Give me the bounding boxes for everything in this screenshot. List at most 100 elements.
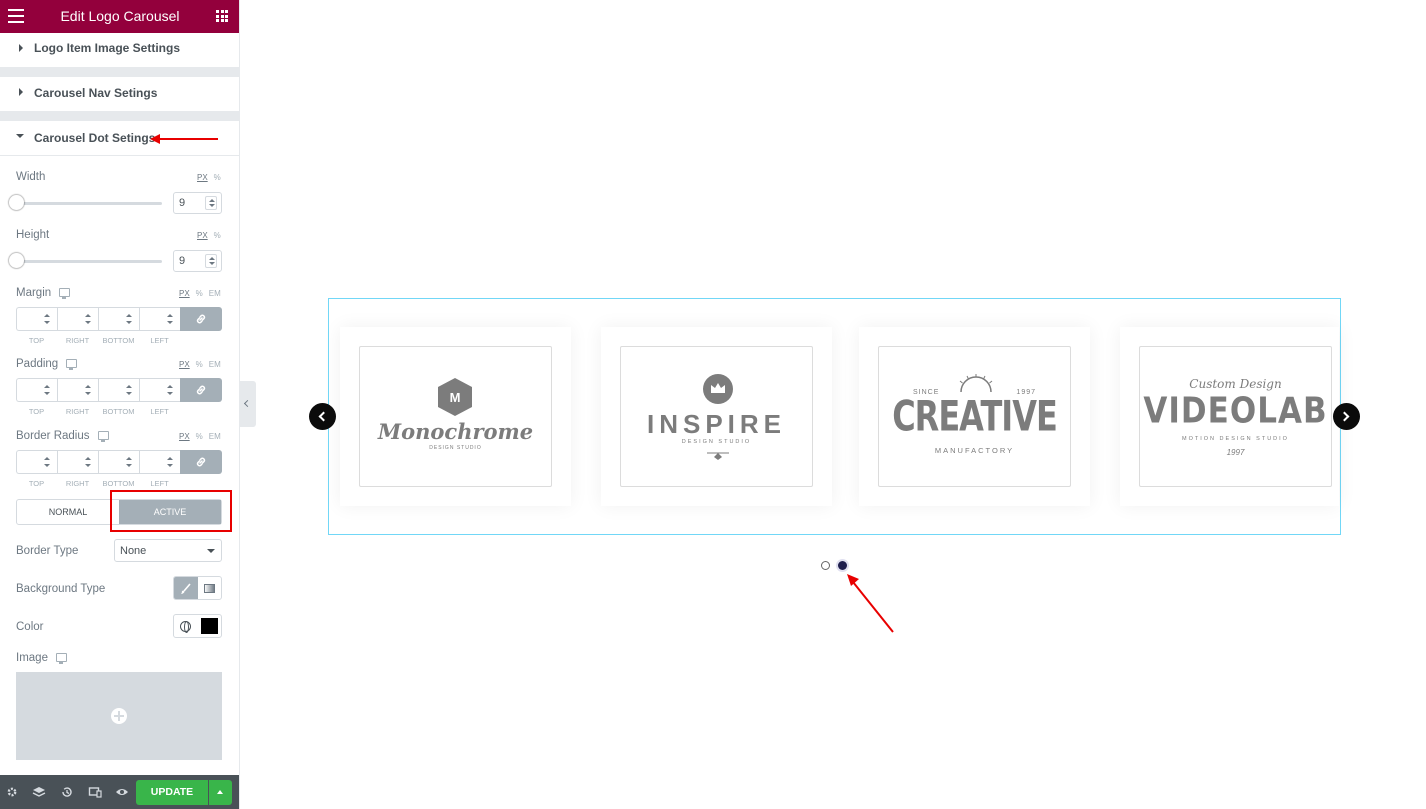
padding-top-input[interactable] (16, 378, 57, 402)
stepper-icon[interactable] (82, 455, 94, 469)
responsive-icon[interactable] (88, 785, 102, 799)
caret-down-icon (16, 134, 24, 138)
update-options-button[interactable] (209, 780, 232, 805)
dim-left-label: LEFT (150, 479, 169, 488)
editor-sidebar: Edit Logo Carousel Logo Item Image Setti… (0, 0, 240, 809)
history-icon[interactable] (60, 785, 74, 799)
width-input[interactable]: 9 (173, 192, 222, 214)
unit-percent[interactable]: % (196, 432, 203, 442)
dim-right-label: RIGHT (65, 479, 90, 488)
padding-bottom-input[interactable] (98, 378, 139, 402)
stepper-icon[interactable] (82, 383, 94, 397)
height-slider-handle[interactable] (9, 253, 24, 268)
section-carousel-dot-settings[interactable]: Carousel Dot Setings (0, 121, 239, 156)
stepper-icon[interactable] (205, 196, 217, 210)
dim-top-label: TOP (28, 479, 45, 488)
collapse-panel-handle[interactable] (240, 381, 256, 427)
stepper-icon[interactable] (164, 383, 176, 397)
background-gradient-button[interactable] (198, 577, 222, 599)
radius-link-button[interactable] (180, 450, 222, 474)
sunrise-icon (959, 374, 993, 393)
dim-left-label: LEFT (150, 407, 169, 416)
padding-left-input[interactable] (139, 378, 180, 402)
radius-right-input[interactable] (57, 450, 98, 474)
widgets-grid-icon[interactable] (216, 10, 228, 22)
height-slider-track[interactable] (16, 260, 162, 263)
padding-right-input[interactable] (57, 378, 98, 402)
settings-icon[interactable] (5, 785, 19, 799)
stepper-icon[interactable] (41, 383, 53, 397)
stepper-icon[interactable] (123, 383, 135, 397)
section-carousel-nav-settings[interactable]: Carousel Nav Setings (0, 77, 239, 111)
width-slider-track[interactable] (16, 202, 162, 205)
image-label-text: Image (16, 652, 48, 664)
unit-px[interactable]: PX (197, 173, 208, 183)
height-input[interactable]: 9 (173, 250, 222, 272)
margin-link-button[interactable] (180, 307, 222, 331)
logo-card: Custom Design VIDEOLAB MOTION DESIGN STU… (1120, 327, 1339, 506)
radius-top-input[interactable] (16, 450, 57, 474)
unit-percent[interactable]: % (214, 231, 221, 241)
update-button[interactable]: UPDATE (136, 780, 208, 805)
margin-dimension-labels: TOP RIGHT BOTTOM LEFT (16, 336, 182, 345)
unit-em[interactable]: EM (209, 432, 221, 442)
radius-bottom-input[interactable] (98, 450, 139, 474)
unit-px[interactable]: PX (197, 231, 208, 241)
dim-bottom-label: BOTTOM (102, 407, 135, 416)
carousel-dot-active[interactable] (838, 561, 847, 570)
layers-icon[interactable] (32, 785, 46, 799)
unit-em[interactable]: EM (209, 360, 221, 370)
stepper-icon[interactable] (164, 455, 176, 469)
tab-normal[interactable]: NORMAL (17, 500, 119, 524)
stepper-icon[interactable] (164, 312, 176, 326)
carousel-prev-button[interactable] (309, 403, 336, 430)
unit-px[interactable]: PX (179, 432, 190, 442)
border-radius-label: Border Radius (16, 429, 109, 443)
section-logo-item-image-settings[interactable]: Logo Item Image Settings (0, 33, 239, 67)
stepper-icon[interactable] (82, 312, 94, 326)
stepper-icon[interactable] (41, 455, 53, 469)
stepper-icon[interactable] (41, 312, 53, 326)
background-classic-button[interactable] (174, 577, 198, 599)
unit-percent[interactable]: % (214, 173, 221, 183)
stepper-icon[interactable] (123, 455, 135, 469)
unit-percent[interactable]: % (196, 360, 203, 370)
border-type-value: None (120, 545, 147, 557)
margin-top-input[interactable] (16, 307, 57, 331)
width-slider-handle[interactable] (9, 195, 24, 210)
color-picker[interactable] (173, 614, 222, 638)
globe-icon[interactable] (180, 621, 191, 633)
desktop-icon[interactable] (66, 359, 78, 370)
desktop-icon[interactable] (55, 653, 67, 664)
dim-top-label: TOP (28, 336, 45, 345)
ornament-icon (707, 452, 729, 460)
radius-left-input[interactable] (139, 450, 180, 474)
margin-left-input[interactable] (139, 307, 180, 331)
unit-px[interactable]: PX (179, 289, 190, 299)
dim-right-label: RIGHT (65, 407, 90, 416)
border-type-select[interactable]: None (114, 539, 222, 562)
margin-bottom-input[interactable] (98, 307, 139, 331)
padding-link-button[interactable] (180, 378, 222, 402)
link-icon (196, 314, 206, 324)
unit-percent[interactable]: % (196, 289, 203, 299)
desktop-icon[interactable] (97, 431, 109, 442)
image-upload-area[interactable] (16, 672, 222, 760)
stepper-icon[interactable] (205, 254, 217, 268)
carousel-dot[interactable] (821, 561, 830, 570)
logo-name: Monochrome (377, 419, 534, 444)
desktop-icon[interactable] (59, 288, 71, 299)
logo-carousel-widget[interactable]: M Monochrome DESIGN STUDIO INSPIRE DESIG… (328, 298, 1341, 535)
carousel-next-button[interactable] (1333, 403, 1360, 430)
dim-left-label: LEFT (150, 336, 169, 345)
margin-right-input[interactable] (57, 307, 98, 331)
section-label: Logo Item Image Settings (34, 41, 181, 55)
dim-bottom-label: BOTTOM (102, 336, 135, 345)
unit-px[interactable]: PX (179, 360, 190, 370)
logo-tagline: DESIGN STUDIO (429, 445, 482, 451)
color-swatch[interactable] (201, 618, 218, 634)
unit-em[interactable]: EM (209, 289, 221, 299)
logo-tagline: MANUFACTORY (934, 446, 1015, 455)
eye-icon[interactable] (115, 785, 129, 799)
stepper-icon[interactable] (123, 312, 135, 326)
